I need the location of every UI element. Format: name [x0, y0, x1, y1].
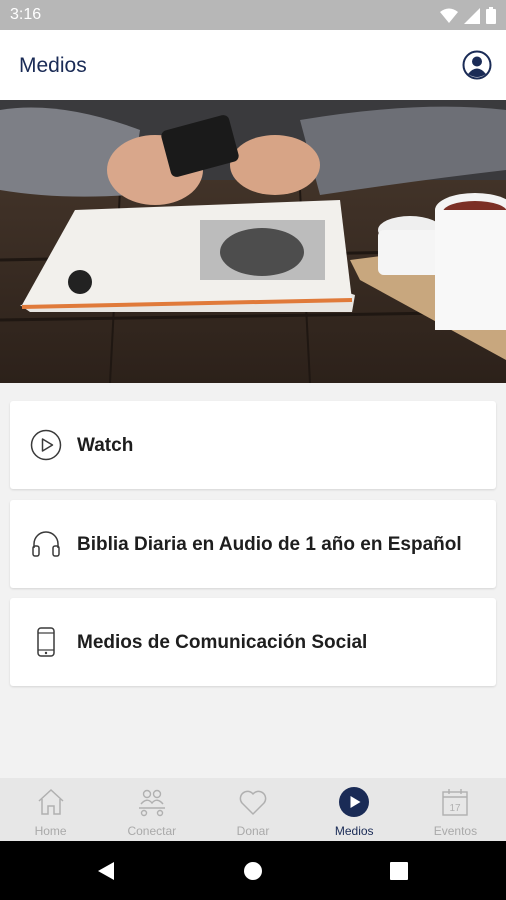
cellular-signal-icon [464, 7, 480, 24]
watch-label: Watch [77, 435, 134, 456]
nav-item-home[interactable]: Home [0, 778, 101, 841]
battery-icon [486, 7, 496, 24]
nav-item-donar[interactable]: Donar [202, 778, 303, 841]
app-bar: Medios [0, 30, 506, 100]
audio-bible-label: Biblia Diaria en Audio de 1 año en Españ… [77, 534, 462, 555]
wifi-icon [440, 8, 458, 23]
status-bar: 3:16 [0, 0, 506, 30]
home-circle-icon[interactable] [243, 861, 263, 881]
page-title: Medios [19, 54, 87, 77]
nav-label-eventos: Eventos [433, 824, 478, 838]
audio-bible-card[interactable]: Biblia Diaria en Audio de 1 año en Españ… [10, 500, 496, 588]
people-icon [138, 789, 165, 817]
calendar-day: 17 [450, 803, 462, 814]
play-circle-icon [30, 429, 62, 461]
nav-item-eventos[interactable]: 17 Eventos [405, 778, 506, 841]
home-icon [38, 788, 64, 815]
bottom-nav: Home Conectar Donar Medios 17 Eventos [0, 778, 506, 841]
status-time: 3:16 [10, 6, 42, 23]
nav-label-donar: Donar [236, 824, 270, 838]
nav-item-conectar[interactable]: Conectar [101, 778, 202, 841]
system-nav-bar [0, 841, 506, 900]
nav-label-conectar: Conectar [127, 824, 177, 838]
play-circle-filled-icon [339, 787, 370, 817]
nav-label-home: Home [34, 824, 67, 838]
calendar-icon: 17 [442, 789, 469, 816]
watch-card[interactable]: Watch [10, 401, 496, 489]
hero-image [0, 100, 506, 383]
recents-icon[interactable] [390, 862, 408, 880]
social-media-card[interactable]: Medios de Comunicación Social [10, 598, 496, 686]
smartphone-icon [37, 627, 55, 657]
status-icons [440, 7, 496, 24]
back-icon[interactable] [96, 861, 116, 881]
nav-label-medios: Medios [334, 824, 374, 838]
headphones-icon [32, 531, 60, 557]
profile-icon[interactable] [462, 50, 492, 80]
nav-item-medios[interactable]: Medios [304, 778, 405, 841]
heart-icon [239, 790, 267, 815]
social-media-label: Medios de Comunicación Social [77, 632, 368, 653]
